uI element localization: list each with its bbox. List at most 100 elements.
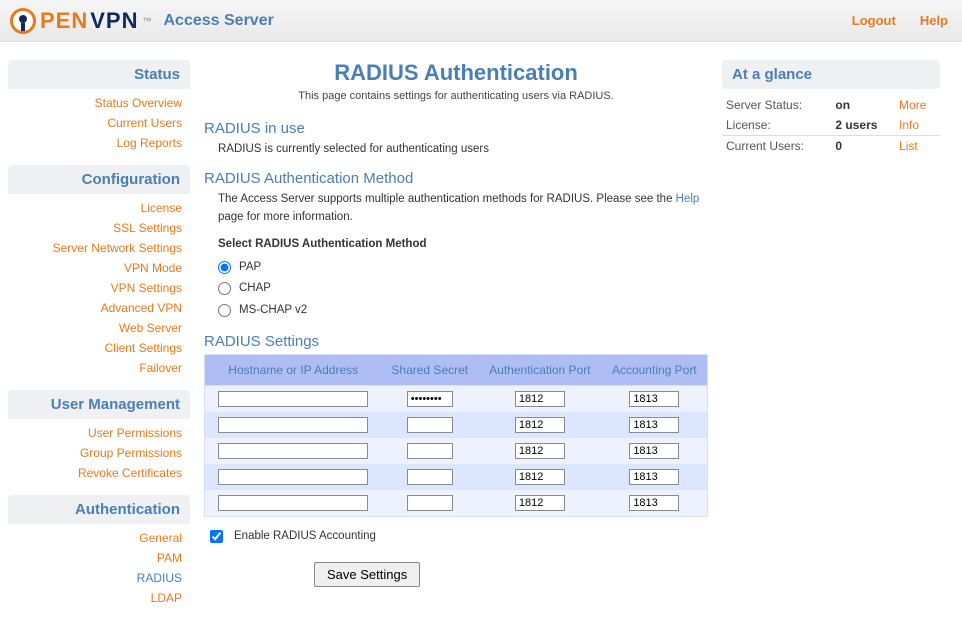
section-auth-method: RADIUS Authentication Method (204, 170, 708, 187)
glance-key-server-status: Server Status: (722, 95, 831, 115)
sidebar-section-status: Status (8, 60, 190, 89)
section-radius-in-use: RADIUS in use (204, 120, 708, 137)
enable-accounting-row[interactable]: Enable RADIUS Accounting (206, 527, 708, 546)
acct-port-input-1[interactable] (629, 417, 679, 433)
radius-settings-table: Hostname or IP Address Shared Secret Aut… (204, 354, 708, 517)
host-input-1[interactable] (218, 417, 368, 433)
sidebar-item-license[interactable]: License (8, 198, 182, 218)
brand-vpn: VPN (90, 8, 138, 34)
sidebar: Status Status Overview Current Users Log… (8, 60, 190, 620)
glance-link-list[interactable]: List (899, 139, 918, 153)
radio-chap-label: CHAP (239, 280, 271, 297)
glance-row: Current Users: 0 List (722, 136, 940, 157)
help-link[interactable]: Help (920, 13, 948, 28)
acct-port-input-2[interactable] (629, 443, 679, 459)
sidebar-item-user-permissions[interactable]: User Permissions (8, 423, 182, 443)
secret-input-0[interactable] (407, 391, 453, 407)
auth-port-input-0[interactable] (515, 391, 565, 407)
radio-chap[interactable] (218, 282, 231, 295)
radio-pap-row[interactable]: PAP (218, 257, 708, 278)
host-input-2[interactable] (218, 443, 368, 459)
secret-input-1[interactable] (407, 417, 453, 433)
select-method-label: Select RADIUS Authentication Method (218, 236, 708, 253)
at-a-glance-panel: At a glance Server Status: on More Licen… (722, 60, 940, 620)
sidebar-item-general[interactable]: General (8, 528, 182, 548)
brand-logo: PENVPN ™ Access Server (10, 8, 274, 34)
glance-row: Server Status: on More (722, 95, 940, 115)
sidebar-item-vpn-mode[interactable]: VPN Mode (8, 258, 182, 278)
radio-chap-row[interactable]: CHAP (218, 278, 708, 299)
sidebar-item-status-overview[interactable]: Status Overview (8, 93, 182, 113)
brand-product: Access Server (164, 12, 274, 30)
enable-accounting-label: Enable RADIUS Accounting (234, 530, 376, 542)
radio-mschap-row[interactable]: MS-CHAP v2 (218, 300, 708, 321)
logout-link[interactable]: Logout (852, 13, 896, 28)
host-input-4[interactable] (218, 495, 368, 511)
secret-input-4[interactable] (407, 495, 453, 511)
glance-link-more[interactable]: More (899, 98, 926, 112)
table-row (205, 464, 707, 490)
save-settings-button[interactable]: Save Settings (314, 562, 420, 587)
auth-method-desc: The Access Server supports multiple auth… (204, 191, 708, 226)
sidebar-item-vpn-settings[interactable]: VPN Settings (8, 278, 182, 298)
secret-input-2[interactable] (407, 443, 453, 459)
table-row (205, 412, 707, 438)
radio-mschap-label: MS-CHAP v2 (239, 302, 307, 319)
glance-key-license: License: (722, 115, 831, 136)
brand-pen: PEN (40, 8, 88, 34)
radio-pap-label: PAP (239, 259, 261, 276)
host-input-3[interactable] (218, 469, 368, 485)
sidebar-item-revoke-certs[interactable]: Revoke Certificates (8, 463, 182, 483)
auth-method-help-link[interactable]: Help (676, 193, 700, 205)
openvpn-icon (10, 8, 36, 34)
sidebar-item-current-users[interactable]: Current Users (8, 113, 182, 133)
glance-title: At a glance (722, 60, 940, 89)
brand-tm: ™ (143, 16, 152, 26)
auth-method-text1: The Access Server supports multiple auth… (218, 193, 676, 205)
enable-accounting-checkbox[interactable] (210, 530, 223, 543)
sidebar-section-authentication: Authentication (8, 495, 190, 524)
sidebar-item-pam[interactable]: PAM (8, 548, 182, 568)
top-bar: PENVPN ™ Access Server Logout Help (0, 0, 962, 42)
glance-val-current-users: 0 (831, 136, 895, 157)
table-row (205, 490, 707, 516)
sidebar-item-server-network[interactable]: Server Network Settings (8, 238, 182, 258)
glance-link-info[interactable]: Info (899, 118, 919, 132)
sidebar-item-radius[interactable]: RADIUS (8, 568, 182, 588)
sidebar-item-group-permissions[interactable]: Group Permissions (8, 443, 182, 463)
auth-port-input-1[interactable] (515, 417, 565, 433)
sidebar-section-user-management: User Management (8, 390, 190, 419)
table-row (205, 438, 707, 464)
acct-port-input-3[interactable] (629, 469, 679, 485)
radius-in-use-text: RADIUS is currently selected for authent… (204, 141, 708, 158)
auth-port-input-2[interactable] (515, 443, 565, 459)
radio-pap[interactable] (218, 261, 231, 274)
sidebar-item-web-server[interactable]: Web Server (8, 318, 182, 338)
sidebar-item-advanced-vpn[interactable]: Advanced VPN (8, 298, 182, 318)
sidebar-item-log-reports[interactable]: Log Reports (8, 133, 182, 153)
col-auth: Authentication Port (478, 355, 602, 386)
page-title: RADIUS Authentication (204, 60, 708, 86)
sidebar-item-ldap[interactable]: LDAP (8, 588, 182, 608)
auth-port-input-3[interactable] (515, 469, 565, 485)
table-row (205, 386, 707, 412)
page-subtitle: This page contains settings for authenti… (204, 90, 708, 102)
acct-port-input-4[interactable] (629, 495, 679, 511)
section-radius-settings: RADIUS Settings (204, 333, 708, 350)
acct-port-input-0[interactable] (629, 391, 679, 407)
glance-row: License: 2 users Info (722, 115, 940, 136)
glance-key-current-users: Current Users: (722, 136, 831, 157)
sidebar-item-ssl-settings[interactable]: SSL Settings (8, 218, 182, 238)
host-input-0[interactable] (218, 391, 368, 407)
secret-input-3[interactable] (407, 469, 453, 485)
sidebar-section-configuration: Configuration (8, 165, 190, 194)
main-content: RADIUS Authentication This page contains… (204, 60, 708, 620)
col-host: Hostname or IP Address (205, 355, 381, 386)
auth-method-text2: page for more information. (218, 211, 353, 223)
auth-port-input-4[interactable] (515, 495, 565, 511)
sidebar-item-failover[interactable]: Failover (8, 358, 182, 378)
col-secret: Shared Secret (381, 355, 478, 386)
radio-mschap[interactable] (218, 304, 231, 317)
glance-val-server-status: on (831, 95, 895, 115)
sidebar-item-client-settings[interactable]: Client Settings (8, 338, 182, 358)
